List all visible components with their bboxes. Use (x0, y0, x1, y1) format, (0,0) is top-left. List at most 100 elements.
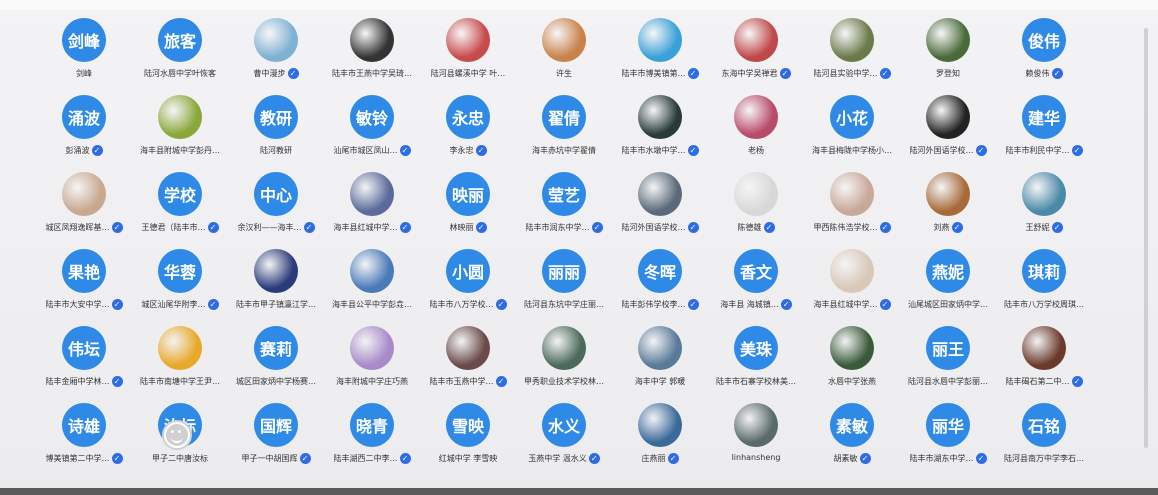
member-item[interactable]: 许生 (516, 18, 612, 79)
emoji-button[interactable] (162, 420, 192, 450)
member-item[interactable]: 东海中学吴禅君 ✓ (708, 18, 804, 79)
member-name: 赖俊伟 ✓ (996, 68, 1092, 79)
member-item[interactable]: 果艳 陆丰市大安中学… ✓ (36, 249, 132, 310)
member-item[interactable]: 水义 玉燕中学 温水义 ✓ (516, 403, 612, 464)
member-item[interactable]: 海丰县附城中学彭丹… (132, 95, 228, 156)
member-item[interactable]: 剑峰 剑峰 (36, 18, 132, 79)
top-bar (0, 0, 1158, 10)
member-item[interactable]: 陆丰市南塘中学王尹… (132, 326, 228, 387)
member-name-text: 李永忠 (449, 146, 474, 155)
member-name-text: 王德君（陆丰市… (141, 223, 206, 232)
member-item[interactable]: 冬晖陆丰彭伟学校李… ✓ (612, 249, 708, 310)
member-item[interactable]: 燕妮 汕尾城区田家炳中学… (900, 249, 996, 310)
member-item[interactable]: 永忠 李永忠 ✓ (420, 95, 516, 156)
member-item[interactable]: 素敏 胡素敏 ✓ (804, 403, 900, 464)
text-avatar: 石铭 (1022, 403, 1066, 447)
scrollbar[interactable] (1144, 28, 1148, 448)
member-item[interactable]: 丽王 陆河县水唇中学彭丽… (900, 326, 996, 387)
member-name-text: 陆丰市南塘中学王尹… (140, 377, 220, 386)
member-item[interactable]: 雪映 红城中学 李雪映 (420, 403, 516, 464)
member-name: 陆丰市八万学校… ✓ (420, 299, 516, 310)
member-item[interactable]: 涌波 彭涌波 ✓ (36, 95, 132, 156)
member-name-text: 海丰县红城中学… (813, 300, 878, 309)
member-name-text: 陆丰市玉燕中学… (429, 377, 494, 386)
member-item[interactable]: 小花 海丰县梅陇中学杨小… (804, 95, 900, 156)
member-item[interactable]: 石铭 陆河县南万中学李石… (996, 403, 1092, 464)
member-item[interactable]: 陆河县实验中学… ✓ (804, 18, 900, 79)
member-item[interactable]: 丽丽 陆河县东坑中学庄丽… (516, 249, 612, 310)
text-avatar: 永忠 (446, 95, 490, 139)
member-name-text: 水唇中学张燕 (828, 377, 876, 386)
member-item[interactable]: 建华 陆丰市利民中学… ✓ (996, 95, 1092, 156)
member-item[interactable]: 诗雄 博美镇第二中学… ✓ (36, 403, 132, 464)
member-item[interactable]: 海丰中学 郭暖 (612, 326, 708, 387)
member-item[interactable]: 美珠 陆丰市石寨学校林美… (708, 326, 804, 387)
member-item[interactable]: 水唇中学张燕 (804, 326, 900, 387)
member-name-text: 剑峰 (76, 69, 92, 78)
member-item[interactable]: 陆丰碣石第二中… ✓ (996, 326, 1092, 387)
text-avatar: 果艳 (62, 249, 106, 293)
member-item[interactable]: 陆丰市王燕中学吴琦… (324, 18, 420, 79)
member-item[interactable]: 旅客 陆河水唇中学叶恢客 (132, 18, 228, 79)
member-item[interactable]: 刘燕 ✓ (900, 172, 996, 233)
member-name: 玉燕中学 温水义 ✓ (516, 453, 612, 464)
text-avatar: 小花 (830, 95, 874, 139)
member-item[interactable]: 甲秀职业技术学校林… (516, 326, 612, 387)
member-name: 海丰中学 郭暖 (612, 376, 708, 387)
text-avatar: 香文 (734, 249, 778, 293)
member-name: 陆丰彭伟学校李… ✓ (612, 299, 708, 310)
text-avatar: 俊伟 (1022, 18, 1066, 62)
member-item[interactable]: 海丰附城中学庄巧燕 (324, 326, 420, 387)
member-item[interactable]: 城区凤翔逸晖基… ✓ (36, 172, 132, 233)
member-item[interactable]: 陆河外国语学校… ✓ (900, 95, 996, 156)
member-item[interactable]: 丽华 陆丰市湖东中学… ✓ (900, 403, 996, 464)
verified-icon: ✓ (779, 68, 791, 79)
member-item[interactable]: 俊伟赖俊伟 ✓ (996, 18, 1092, 79)
text-avatar: 国辉 (254, 403, 298, 447)
member-item[interactable]: 陆丰市博美镇第… ✓ (612, 18, 708, 79)
member-item[interactable]: 陆丰市甲子镇瀛江学… (228, 249, 324, 310)
member-item[interactable]: 小圆 陆丰市八万学校… ✓ (420, 249, 516, 310)
member-name-text: 林映丽 (449, 223, 474, 232)
member-item[interactable]: 赛莉 城区田家炳中学杨赛… (228, 326, 324, 387)
member-name: 博美镇第二中学… ✓ (36, 453, 132, 464)
member-item[interactable]: 教研 陆河教研 (228, 95, 324, 156)
member-item[interactable]: 中心 余汉利——海丰… ✓ (228, 172, 324, 233)
member-item[interactable]: 晓青 陆丰湖西二中李… ✓ (324, 403, 420, 464)
member-name: 罗登知 (900, 68, 996, 79)
member-item[interactable]: 海丰县红城中学… ✓ (804, 249, 900, 310)
member-name: 剑峰 (36, 68, 132, 79)
member-item[interactable]: 陆河县螺溪中学 叶… (420, 18, 516, 79)
member-item[interactable]: 曹中漫步 ✓ (228, 18, 324, 79)
member-item[interactable]: linhansheng (708, 403, 804, 462)
member-item[interactable]: 庄燕丽 ✓ (612, 403, 708, 464)
member-item[interactable]: 伟坛 陆丰金厢中学林… ✓ (36, 326, 132, 387)
member-item[interactable]: 学校 王德君（陆丰市… ✓ (132, 172, 228, 233)
member-item[interactable]: 华蓉 城区汕尾华附李… ✓ (132, 249, 228, 310)
member-item[interactable]: 陈德雄 ✓ (708, 172, 804, 233)
member-item[interactable]: 王舒妮 ✓ (996, 172, 1092, 233)
photo-avatar (830, 326, 874, 370)
member-item[interactable]: 香文 海丰县 海城镇… ✓ (708, 249, 804, 310)
member-name: 海丰县公平中学彭垚… (324, 299, 420, 310)
verified-icon: ✓ (207, 299, 219, 310)
member-item[interactable]: 甲西陈伟浩学校… ✓ (804, 172, 900, 233)
member-item[interactable]: 陆河外国语学校… ✓ (612, 172, 708, 233)
member-item[interactable]: 敏铃 汕尾市城区凤山… ✓ (324, 95, 420, 156)
member-name-text: 博美镇第二中学… (45, 454, 110, 463)
member-item[interactable]: 海丰县红城中学… ✓ (324, 172, 420, 233)
member-item[interactable]: 莹艺 陆丰市润东中学… ✓ (516, 172, 612, 233)
member-item[interactable]: 罗登知 (900, 18, 996, 79)
member-item[interactable]: 海丰县公平中学彭垚… (324, 249, 420, 310)
member-item[interactable]: 陆丰市水墩中学… ✓ (612, 95, 708, 156)
member-item[interactable]: 国辉 甲子一中胡国辉 ✓ (228, 403, 324, 464)
member-item[interactable]: 翟倩 海丰赤坑中学翟倩 (516, 95, 612, 156)
member-item[interactable]: 琪莉 陆丰市八万学校周琪… (996, 249, 1092, 310)
member-name-text: 陆丰市水墩中学… (621, 146, 686, 155)
text-avatar: 冬晖 (638, 249, 682, 293)
member-item[interactable]: 映丽 林映丽 ✓ (420, 172, 516, 233)
member-name: 陆丰市博美镇第… ✓ (612, 68, 708, 79)
photo-avatar (830, 249, 874, 293)
member-item[interactable]: 陆丰市玉燕中学… ✓ (420, 326, 516, 387)
member-item[interactable]: 老杨 (708, 95, 804, 156)
